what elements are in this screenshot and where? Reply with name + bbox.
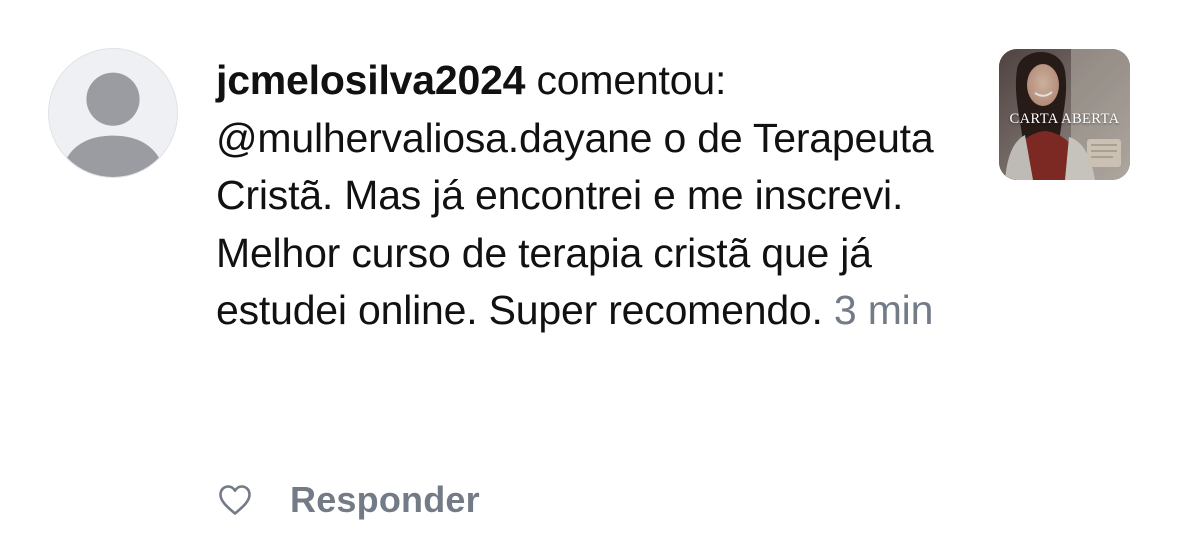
comment-actions: Responder: [218, 478, 480, 522]
mention-link[interactable]: @mulhervaliosa.dayane: [216, 115, 652, 161]
comment-notification[interactable]: jcmelosilva2024 comentou: @mulhervaliosa.…: [0, 0, 1179, 557]
timestamp: 3 min: [833, 287, 934, 333]
default-user-avatar-icon: [60, 72, 166, 177]
username-link[interactable]: jcmelosilva2024: [216, 57, 525, 103]
avatar[interactable]: [48, 48, 178, 178]
comment-verb: comentou:: [525, 57, 727, 103]
post-thumbnail[interactable]: CARTA ABERTA: [999, 49, 1130, 180]
thumbnail-caption: CARTA ABERTA: [1009, 111, 1120, 127]
heart-outline-icon[interactable]: [218, 484, 252, 516]
reply-button[interactable]: Responder: [290, 479, 480, 521]
comment-text: jcmelosilva2024 comentou: @mulhervaliosa.…: [216, 52, 976, 340]
